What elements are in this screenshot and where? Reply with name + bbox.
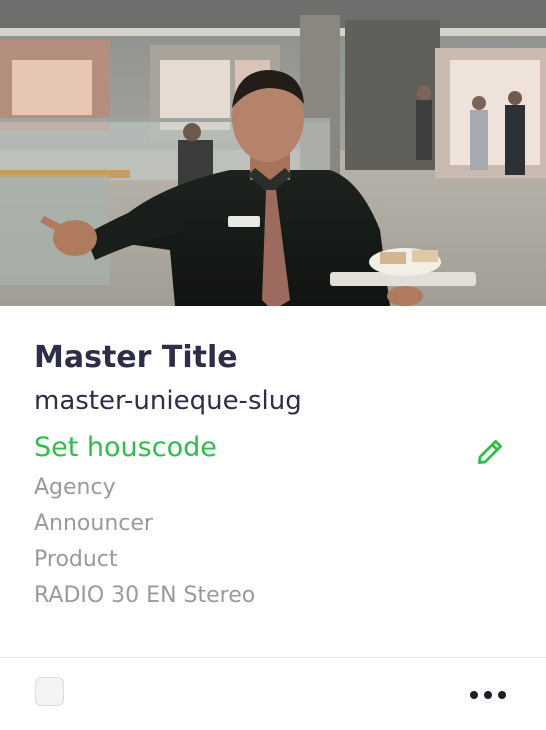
more-horizontal-icon xyxy=(484,691,492,699)
more-horizontal-icon xyxy=(470,691,478,699)
announcer-label: Announcer xyxy=(34,511,153,536)
set-housecode-link[interactable]: Set houscode xyxy=(34,432,217,463)
more-horizontal-icon xyxy=(498,691,506,699)
edit-button[interactable] xyxy=(472,434,508,470)
station-label: RADIO 30 EN Stereo xyxy=(34,583,256,608)
master-card: Master Title master-unieque-slug Set hou… xyxy=(0,0,546,730)
more-options-button[interactable] xyxy=(462,680,514,710)
pencil-icon xyxy=(478,440,502,464)
footer-divider xyxy=(0,657,546,658)
master-slug: master-unieque-slug xyxy=(34,386,302,416)
select-checkbox[interactable] xyxy=(35,677,64,706)
thumbnail-image[interactable] xyxy=(0,0,546,306)
agency-label: Agency xyxy=(34,475,116,500)
master-title: Master Title xyxy=(34,340,238,375)
product-label: Product xyxy=(34,547,118,572)
thumbnail-scene xyxy=(0,0,546,306)
